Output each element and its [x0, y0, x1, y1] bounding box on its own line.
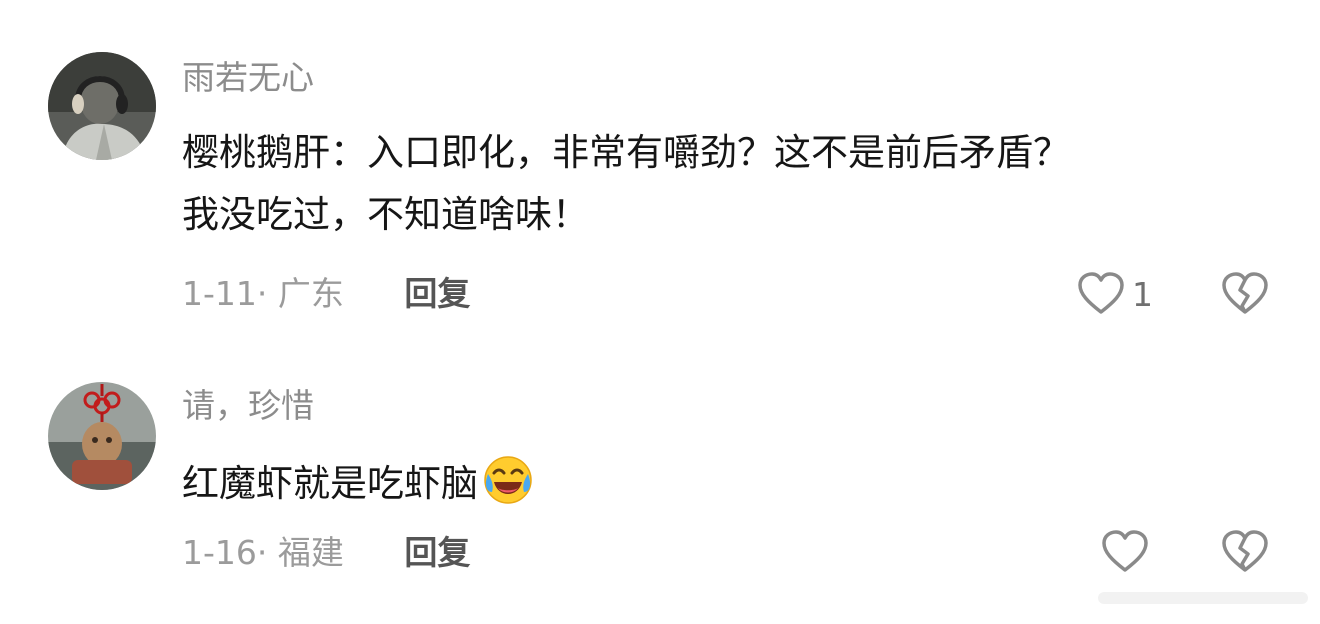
meta-separator: ·: [256, 274, 278, 313]
avatar[interactable]: [48, 52, 156, 160]
laughing-crying-emoji: [484, 456, 532, 504]
comment-text-line: 我没吃过，不知道啥味！: [182, 193, 589, 236]
avatar[interactable]: [48, 382, 156, 490]
dislike-button[interactable]: [1220, 528, 1270, 580]
like-button[interactable]: [1100, 528, 1150, 576]
meta-separator: ·: [256, 533, 278, 572]
user-photo-headphones: [48, 52, 156, 160]
comment-item: 雨若无心 樱桃鹅肝：入口即化，非常有嚼劲？这不是前后矛盾？ 我没吃过，不知道啥味…: [0, 0, 1320, 340]
comment-meta: 1-16· 福建 回复: [182, 533, 470, 573]
comment-meta: 1-11· 广东 回复: [182, 274, 470, 314]
comment-date: 1-11: [182, 274, 257, 313]
user-photo-chinese-knot: [48, 382, 156, 490]
heart-outline-icon: [1102, 530, 1148, 572]
watermark-icon: [1098, 592, 1308, 604]
comment-location: 福建: [277, 533, 344, 572]
username[interactable]: 请，珍惜: [182, 386, 314, 426]
username[interactable]: 雨若无心: [182, 58, 314, 98]
reply-button[interactable]: 回复: [404, 533, 470, 572]
comment-date: 1-16: [182, 533, 257, 572]
like-count: 1: [1132, 274, 1153, 314]
comment-location: 广东: [277, 274, 344, 313]
comment-text: 樱桃鹅肝：入口即化，非常有嚼劲？这不是前后矛盾？ 我没吃过，不知道啥味！: [182, 122, 1070, 246]
broken-heart-icon: [1222, 530, 1268, 572]
broken-heart-icon: [1222, 272, 1268, 314]
comment-text-line: 樱桃鹅肝：入口即化，非常有嚼劲？这不是前后矛盾？: [182, 131, 1070, 174]
comment-text: 红魔虾就是吃虾脑: [182, 453, 534, 515]
like-button[interactable]: 1: [1076, 270, 1153, 318]
heart-outline-icon: [1078, 272, 1124, 314]
comment-item: 请，珍惜 红魔虾就是吃虾脑 1-16· 福建 回复: [0, 340, 1320, 624]
comment-text-line: 红魔虾就是吃虾脑: [182, 462, 478, 505]
reply-button[interactable]: 回复: [404, 274, 470, 313]
dislike-button[interactable]: [1220, 270, 1270, 322]
